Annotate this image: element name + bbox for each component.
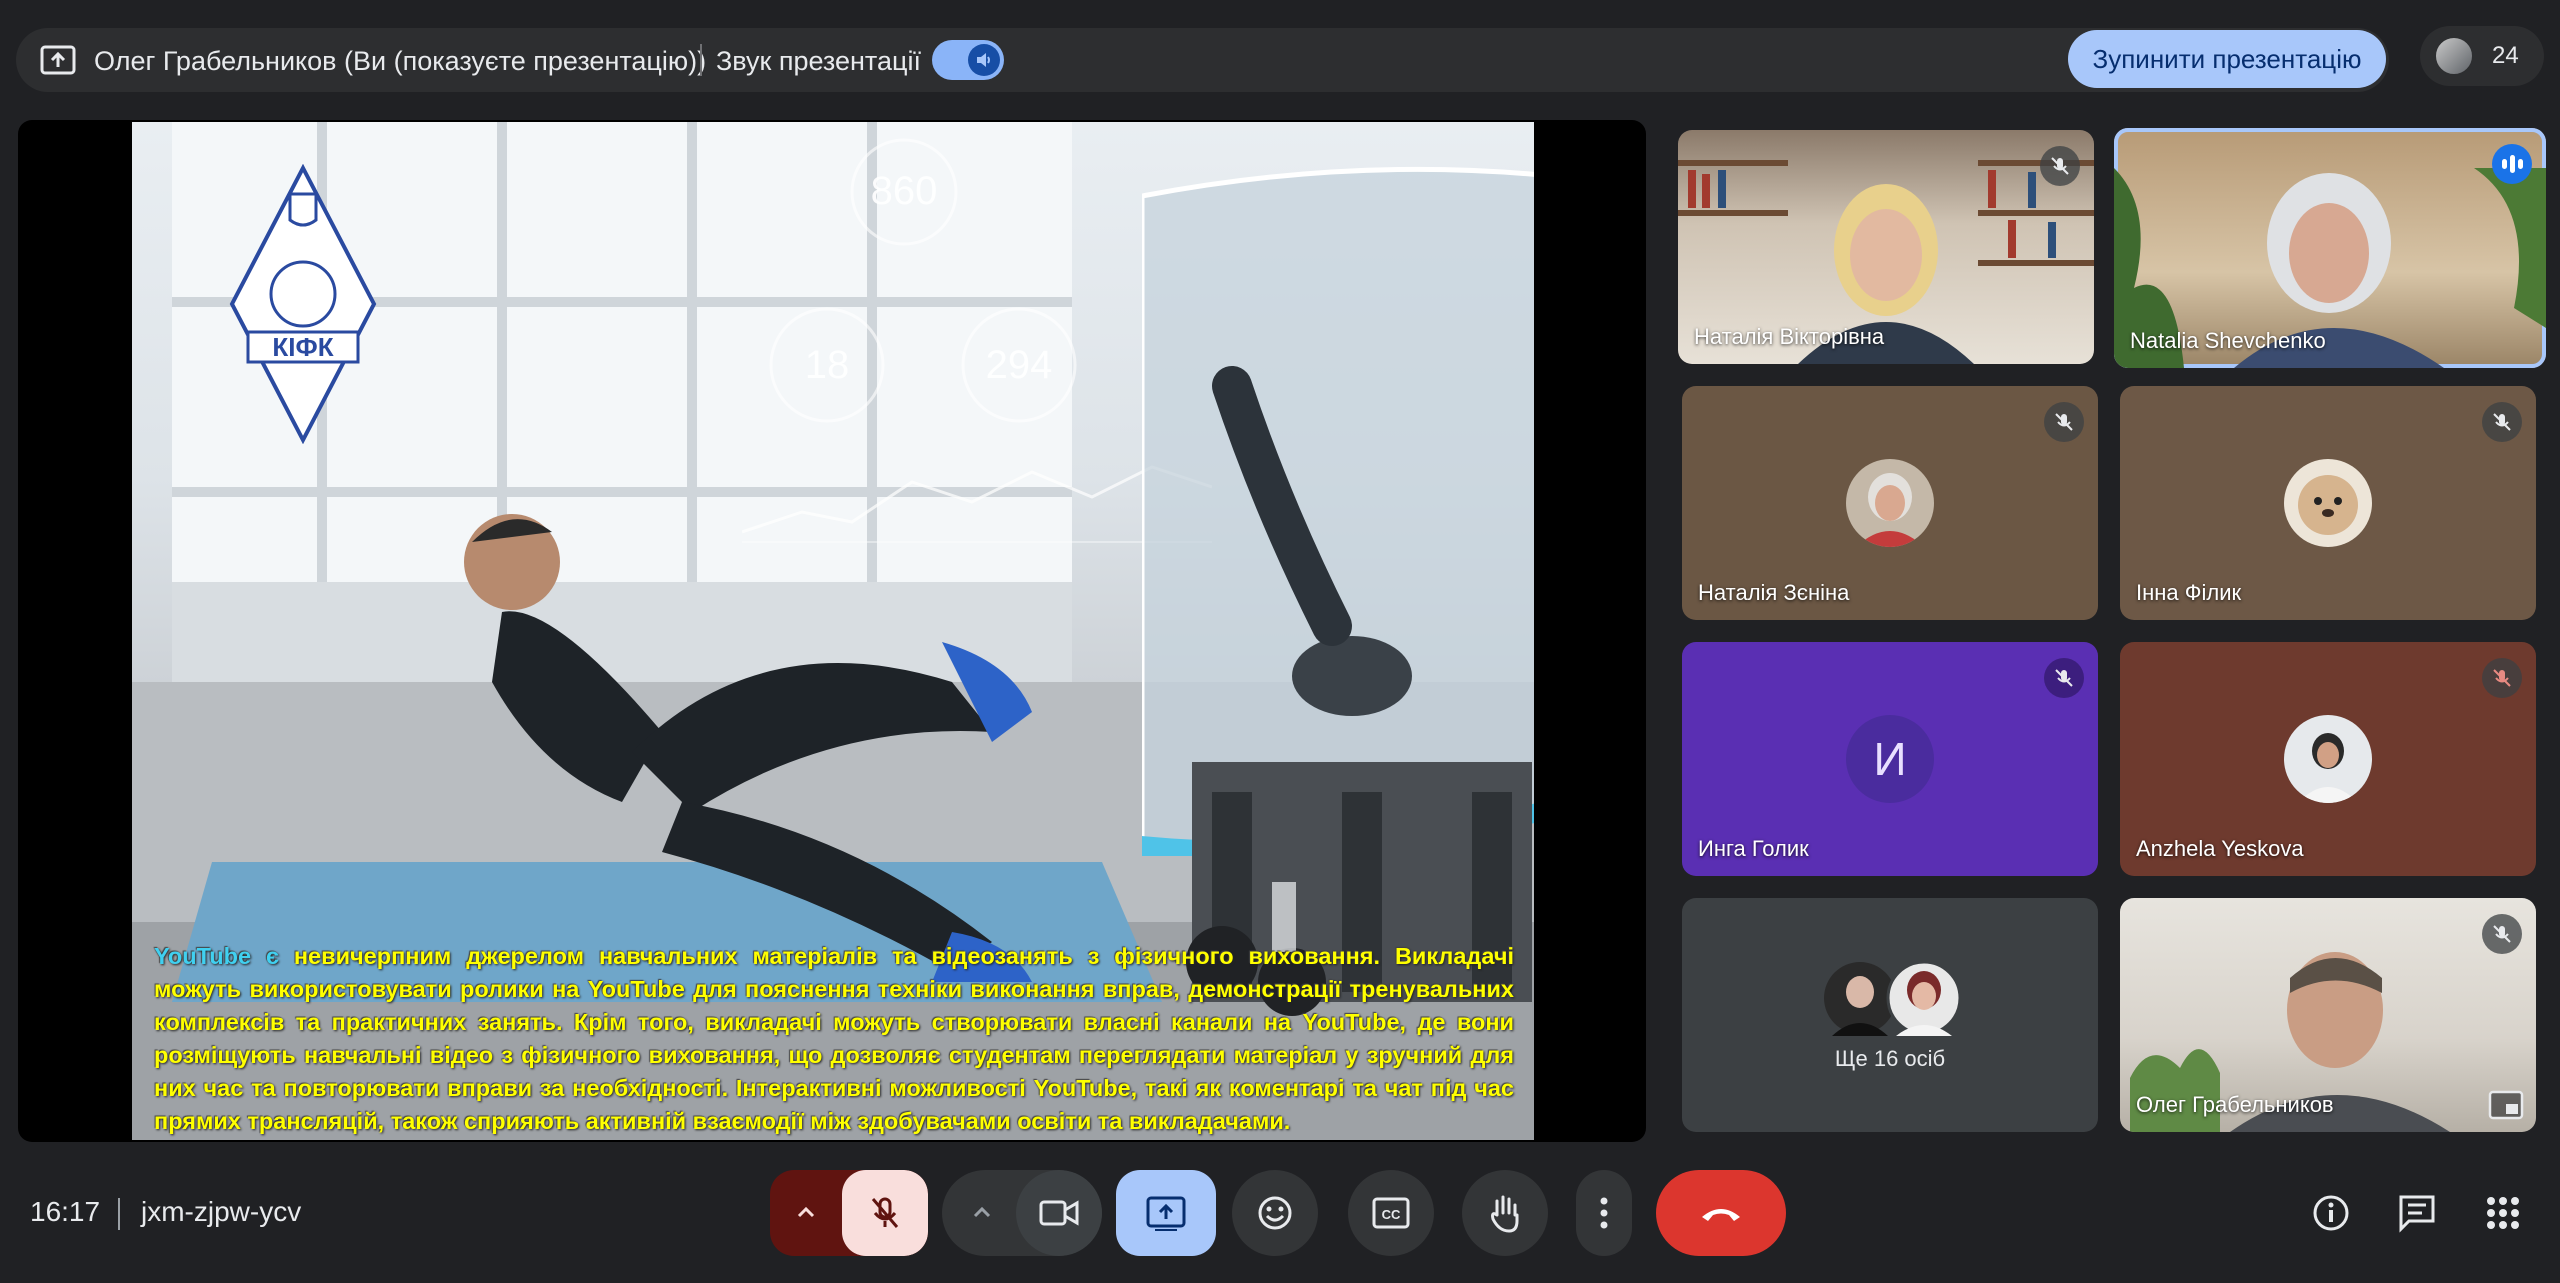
- emoji-icon: [1258, 1196, 1292, 1230]
- raise-hand-icon: [1491, 1195, 1519, 1233]
- mic-off-icon: [2482, 914, 2522, 954]
- leave-call-button[interactable]: [1656, 1170, 1786, 1256]
- logo-text: КІФК: [272, 332, 333, 362]
- chevron-up-icon[interactable]: [770, 1170, 842, 1256]
- avatar: [2434, 36, 2474, 76]
- hud-dial: 860: [850, 138, 958, 246]
- participant-tile[interactable]: Наталія Зєніна: [1682, 386, 2098, 620]
- meeting-code: jxm-zjpw-ycv: [141, 1196, 302, 1227]
- participant-tile[interactable]: И Инга Голик: [1682, 642, 2098, 876]
- participant-count: 24: [2492, 42, 2519, 69]
- camera-toggle-button[interactable]: [1016, 1170, 1102, 1256]
- participant-name: Natalia Shevchenko: [2130, 328, 2326, 353]
- hud-value: 860: [871, 169, 938, 213]
- pip-icon[interactable]: [2488, 1090, 2524, 1120]
- avatar: [2284, 715, 2372, 803]
- mic-off-icon: [871, 1197, 899, 1228]
- presentation-stage: КІФК 860 18 294 YouTube є невичерпним дж…: [18, 120, 1646, 1142]
- divider: [118, 1198, 120, 1230]
- avatar: И: [1846, 715, 1934, 803]
- participant-tile[interactable]: Наталія Вікторівна: [1678, 130, 2094, 364]
- mic-off-icon: [2482, 658, 2522, 698]
- camera-icon: [1039, 1200, 1079, 1226]
- athlete-figure: [464, 514, 1032, 982]
- more-vert-icon: [1600, 1197, 1608, 1229]
- slide-text-youtube: YouTube є: [154, 943, 279, 969]
- volume-icon: [968, 44, 1000, 76]
- divider: [700, 44, 702, 76]
- mic-off-icon: [2040, 146, 2080, 186]
- mic-toggle-button[interactable]: [842, 1170, 928, 1256]
- presenter-label: Олег Грабельников (Ви (показуєте презент…: [94, 46, 707, 76]
- meeting-details-button[interactable]: [2306, 1188, 2356, 1238]
- apps-icon: [2487, 1197, 2519, 1229]
- clock: 16:17: [30, 1196, 101, 1227]
- slide-body-text: YouTube є невичерпним джерелом навчальни…: [154, 940, 1514, 1138]
- presentation-sound-label: Звук презентації: [716, 46, 921, 76]
- camera-control-group: [942, 1170, 1102, 1256]
- activities-button[interactable]: [2478, 1188, 2528, 1238]
- participant-name: Інна Філик: [2136, 580, 2242, 605]
- hud-dial: 18: [769, 307, 885, 423]
- participant-name: Anzhela Yeskova: [2136, 836, 2304, 861]
- mic-off-icon: [2482, 402, 2522, 442]
- svg-text:CC: CC: [1382, 1207, 1401, 1222]
- hud-value: 294: [986, 343, 1053, 387]
- participants-button[interactable]: 24: [2420, 26, 2544, 86]
- present-screen-icon: [40, 45, 76, 75]
- present-to-all-icon: [1146, 1196, 1186, 1231]
- participant-name: Наталія Вікторівна: [1694, 324, 1885, 349]
- call-end-icon: [1702, 1209, 1740, 1221]
- chat-button[interactable]: [2392, 1188, 2442, 1238]
- self-view-tile[interactable]: Олег Грабельников: [2120, 898, 2536, 1132]
- raise-hand-button[interactable]: [1462, 1170, 1548, 1256]
- avatar: [1846, 459, 1934, 547]
- more-participants-tile[interactable]: Ще 16 осіб: [1682, 898, 2098, 1132]
- participant-tile[interactable]: Anzhela Yeskova: [2120, 642, 2536, 876]
- avatar-stack: [1824, 960, 1962, 1036]
- slide-text-body: невичерпним джерелом навчальних матеріал…: [154, 943, 1514, 1134]
- hud-dial: 294: [961, 307, 1077, 423]
- mic-off-icon: [2044, 402, 2084, 442]
- presentation-sound-toggle[interactable]: [932, 40, 1004, 80]
- present-now-button[interactable]: [1116, 1170, 1216, 1256]
- presentation-banner: Олег Грабельников (Ви (показуєте презент…: [16, 28, 2389, 92]
- reactions-button[interactable]: [1232, 1170, 1318, 1256]
- participant-name: Наталія Зєніна: [1698, 580, 1850, 605]
- speaking-icon: [2492, 144, 2532, 184]
- avatar: [2284, 459, 2372, 547]
- presentation-slide: КІФК 860 18 294 YouTube є невичерпним дж…: [132, 122, 1534, 1140]
- more-participants-label: Ще 16 осіб: [1834, 1046, 1946, 1071]
- mic-control-group: [770, 1170, 928, 1256]
- stop-presenting-button[interactable]: Зупинити презентацію: [2068, 30, 2386, 88]
- chevron-up-icon[interactable]: [942, 1170, 1022, 1256]
- hud-value: 18: [805, 343, 850, 387]
- participant-name: Инга Голик: [1698, 836, 1809, 861]
- participant-tile-speaking[interactable]: Natalia Shevchenko: [2114, 128, 2546, 368]
- more-options-button[interactable]: [1576, 1170, 1632, 1256]
- mic-off-icon: [2044, 658, 2084, 698]
- captions-icon: CC: [1372, 1197, 1410, 1229]
- kifk-logo: КІФК: [229, 164, 377, 444]
- captions-button[interactable]: CC: [1348, 1170, 1434, 1256]
- participant-name: Олег Грабельников: [2136, 1092, 2334, 1117]
- chat-icon: [2399, 1195, 2435, 1233]
- info-icon: [2313, 1195, 2349, 1231]
- participant-tile[interactable]: Інна Філик: [2120, 386, 2536, 620]
